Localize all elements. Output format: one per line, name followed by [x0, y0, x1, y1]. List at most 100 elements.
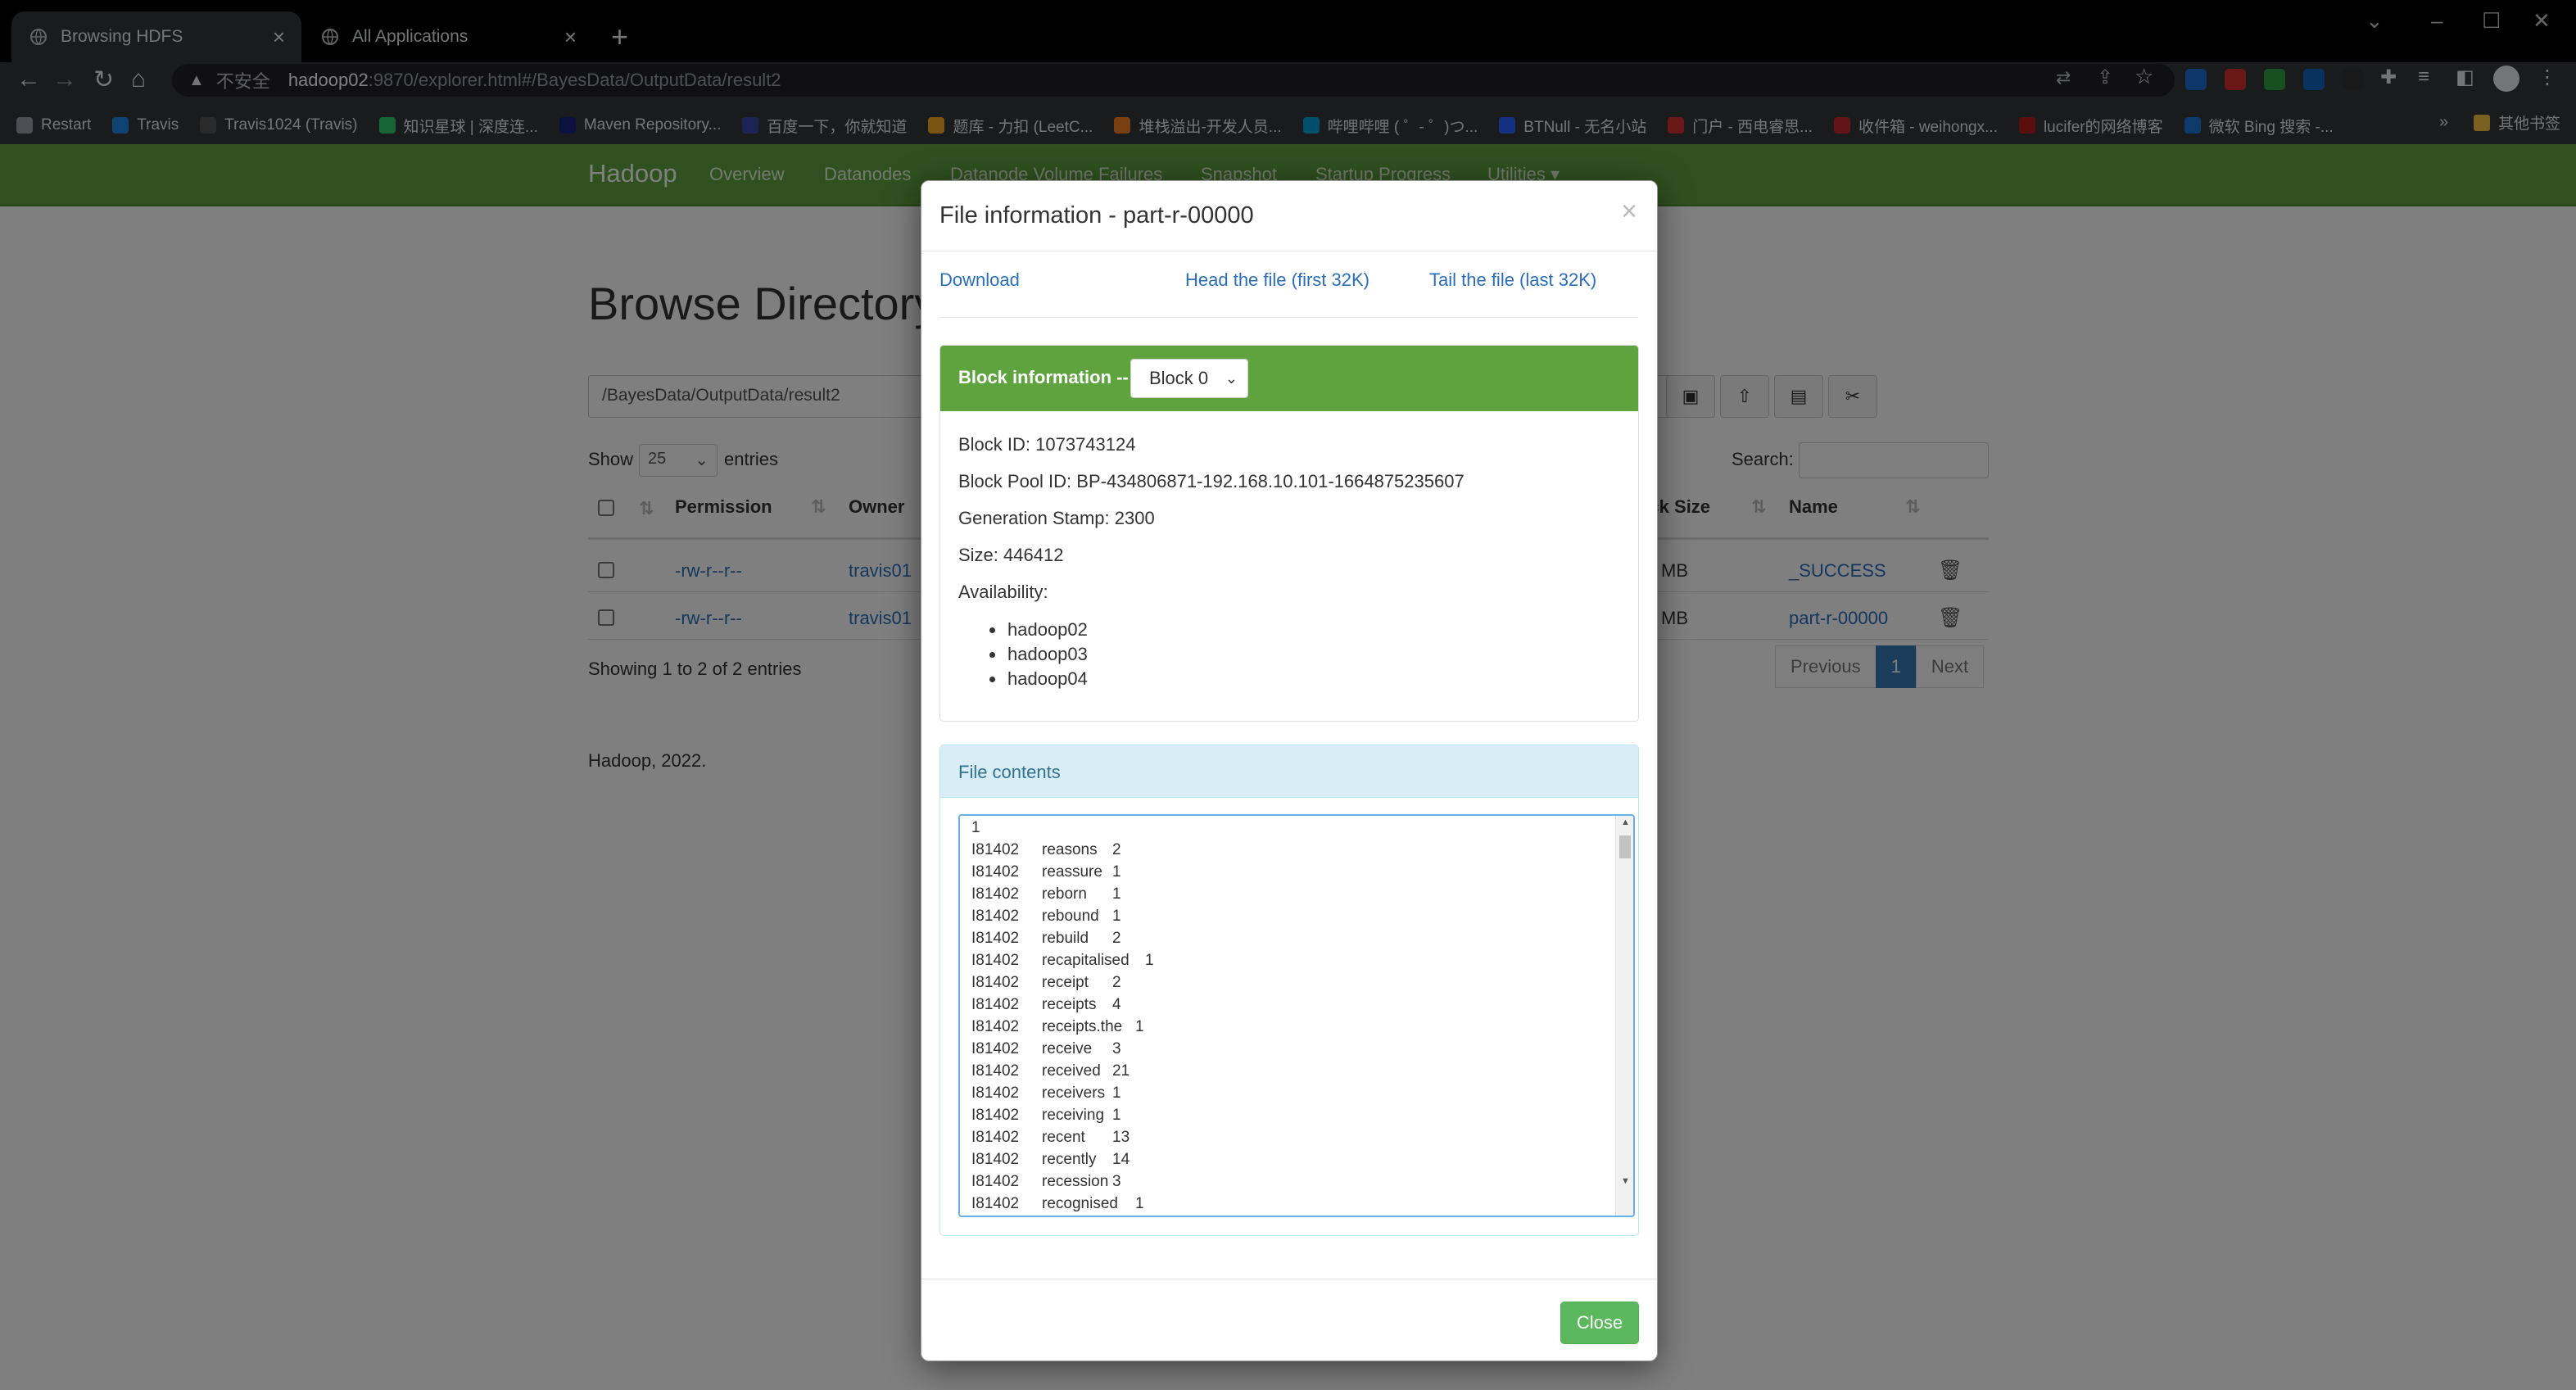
content-doc-id: I81402: [971, 1129, 1020, 1146]
content-word: receiving: [1042, 1107, 1105, 1124]
content-count: 1: [1112, 863, 1121, 881]
close-button[interactable]: Close: [1560, 1302, 1639, 1344]
content-word: recently: [1042, 1151, 1097, 1168]
block-info-header: Block information -- Block 0 ⌄: [940, 346, 1638, 411]
content-word: recapitalised: [1042, 952, 1130, 969]
content-line: I81402 rebound 1: [971, 908, 1610, 930]
file-contents-textarea[interactable]: 1 I81402 reasons 2 I81402 reassure 1 I81402 rebo…: [958, 814, 1635, 1217]
content-count: 4: [1112, 996, 1121, 1013]
content-word: recognised: [1042, 1195, 1118, 1212]
content-doc-id: I81402: [971, 1084, 1020, 1102]
content-line: I81402 rebuild 2: [971, 930, 1610, 952]
content-word: reassure: [1042, 863, 1102, 881]
content-count: 1: [1112, 885, 1121, 903]
content-line: 1: [971, 819, 980, 836]
content-doc-id: I81402: [971, 908, 1020, 925]
chevron-down-icon: ⌄: [1225, 369, 1238, 387]
tail-file-link[interactable]: Tail the file (last 32K): [1429, 269, 1596, 291]
content-count: 1: [1112, 1084, 1121, 1102]
block-select[interactable]: Block 0 ⌄: [1130, 359, 1248, 398]
content-count: 1: [1135, 1195, 1144, 1212]
content-word: receipt: [1042, 974, 1089, 991]
content-line: I81402 reassure 1: [971, 863, 1610, 885]
content-line: I81402 receiving 1: [971, 1107, 1610, 1129]
content-doc-id: I81402: [971, 930, 1020, 947]
content-word: receipts.the: [1042, 1018, 1123, 1035]
content-count: 21: [1112, 1062, 1130, 1080]
availability-label: Availability:: [958, 582, 1048, 602]
content-count: 1: [1135, 1018, 1144, 1035]
content-count: 2: [1112, 974, 1121, 991]
content-count: 1: [1112, 1107, 1121, 1124]
file-contents-header: File contents: [940, 745, 1638, 798]
content-count: 3: [1112, 1040, 1121, 1057]
content-doc-id: I81402: [971, 1018, 1020, 1035]
content-count: 1: [1112, 908, 1121, 925]
file-info-modal: File information - part-r-00000 × Downlo…: [921, 180, 1658, 1361]
content-line: I81402 reborn 1: [971, 885, 1610, 908]
content-count: 13: [1112, 1129, 1130, 1146]
content-word: receive: [1042, 1040, 1093, 1057]
content-count: 1: [1145, 952, 1154, 969]
availability-host: hadoop02: [989, 619, 1088, 640]
download-link[interactable]: Download: [939, 269, 1020, 291]
content-line: I81402 receipt 2: [971, 974, 1610, 996]
content-word: received: [1042, 1062, 1101, 1080]
content-line: I81402 recognised 1: [971, 1195, 1610, 1216]
modal-title: File information - part-r-00000: [939, 202, 1254, 229]
content-word: rebound: [1042, 908, 1099, 925]
block-info-label: Block information --: [958, 367, 1129, 387]
content-word: receipts: [1042, 996, 1097, 1013]
file-contents-panel: File contents 1 I81402 reasons 2 I81402 reass…: [939, 745, 1639, 1236]
file-contents-label: File contents: [958, 762, 1061, 782]
availability-host: hadoop03: [989, 644, 1088, 664]
content-doc-id: I81402: [971, 1173, 1020, 1190]
block-size: Size: 446412: [958, 545, 1064, 565]
content-line: I81402 recently 14: [971, 1151, 1610, 1173]
content-word: reborn: [1042, 885, 1087, 903]
content-doc-id: I81402: [971, 1151, 1020, 1168]
content-doc-id: I81402: [971, 974, 1020, 991]
availability-host: hadoop04: [989, 668, 1088, 689]
content-doc-id: I81402: [971, 1062, 1020, 1080]
content-word: recent: [1042, 1129, 1085, 1146]
content-doc-id: I81402: [971, 996, 1020, 1013]
content-line: I81402 receivers 1: [971, 1084, 1610, 1107]
modal-header: File information - part-r-00000 ×: [921, 181, 1657, 251]
content-doc-id: I81402: [971, 952, 1020, 969]
content-doc-id: I81402: [971, 1040, 1020, 1057]
scroll-up-icon[interactable]: ▲: [1621, 817, 1630, 827]
content-word: receivers: [1042, 1084, 1106, 1102]
content-count: 2: [1112, 930, 1121, 947]
head-file-link[interactable]: Head the file (first 32K): [1185, 269, 1369, 291]
scroll-thumb[interactable]: [1619, 835, 1631, 858]
content-doc-id: I81402: [971, 841, 1020, 858]
content-line: I81402 receipts.the 1: [971, 1018, 1610, 1040]
content-word: rebuild: [1042, 930, 1089, 947]
scroll-down-icon[interactable]: ▼: [1621, 1176, 1630, 1186]
content-doc-id: I81402: [971, 1195, 1020, 1212]
content-count: 3: [1112, 1173, 1121, 1190]
block-pool-id: Block Pool ID: BP-434806871-192.168.10.1…: [958, 471, 1465, 491]
block-select-value: Block 0: [1149, 368, 1209, 388]
content-count: 2: [1112, 841, 1121, 858]
generation-stamp: Generation Stamp: 2300: [958, 508, 1155, 528]
content-line: I81402 recapitalised 1: [971, 952, 1610, 974]
content-word: reasons: [1042, 841, 1098, 858]
scrollbar[interactable]: ▲ ▼: [1615, 816, 1633, 1216]
content-line: I81402 reasons 2: [971, 841, 1610, 863]
block-info-panel: Block information -- Block 0 ⌄ Block ID:…: [939, 345, 1639, 722]
divider: [939, 317, 1637, 318]
content-doc-id: I81402: [971, 1107, 1020, 1124]
content-word: recession: [1042, 1173, 1109, 1190]
content-line: I81402 receipts 4: [971, 996, 1610, 1018]
content-line: I81402 recent 13: [971, 1129, 1610, 1151]
content-doc-id: I81402: [971, 863, 1020, 881]
content-doc-id: I81402: [971, 885, 1020, 903]
content-line: I81402 received 21: [971, 1062, 1610, 1084]
close-icon[interactable]: ×: [1621, 196, 1637, 228]
content-count: 14: [1112, 1151, 1130, 1168]
content-line: I81402 receive 3: [971, 1040, 1610, 1062]
block-id: Block ID: 1073743124: [958, 434, 1136, 455]
content-line: I81402 recession 3: [971, 1173, 1610, 1195]
